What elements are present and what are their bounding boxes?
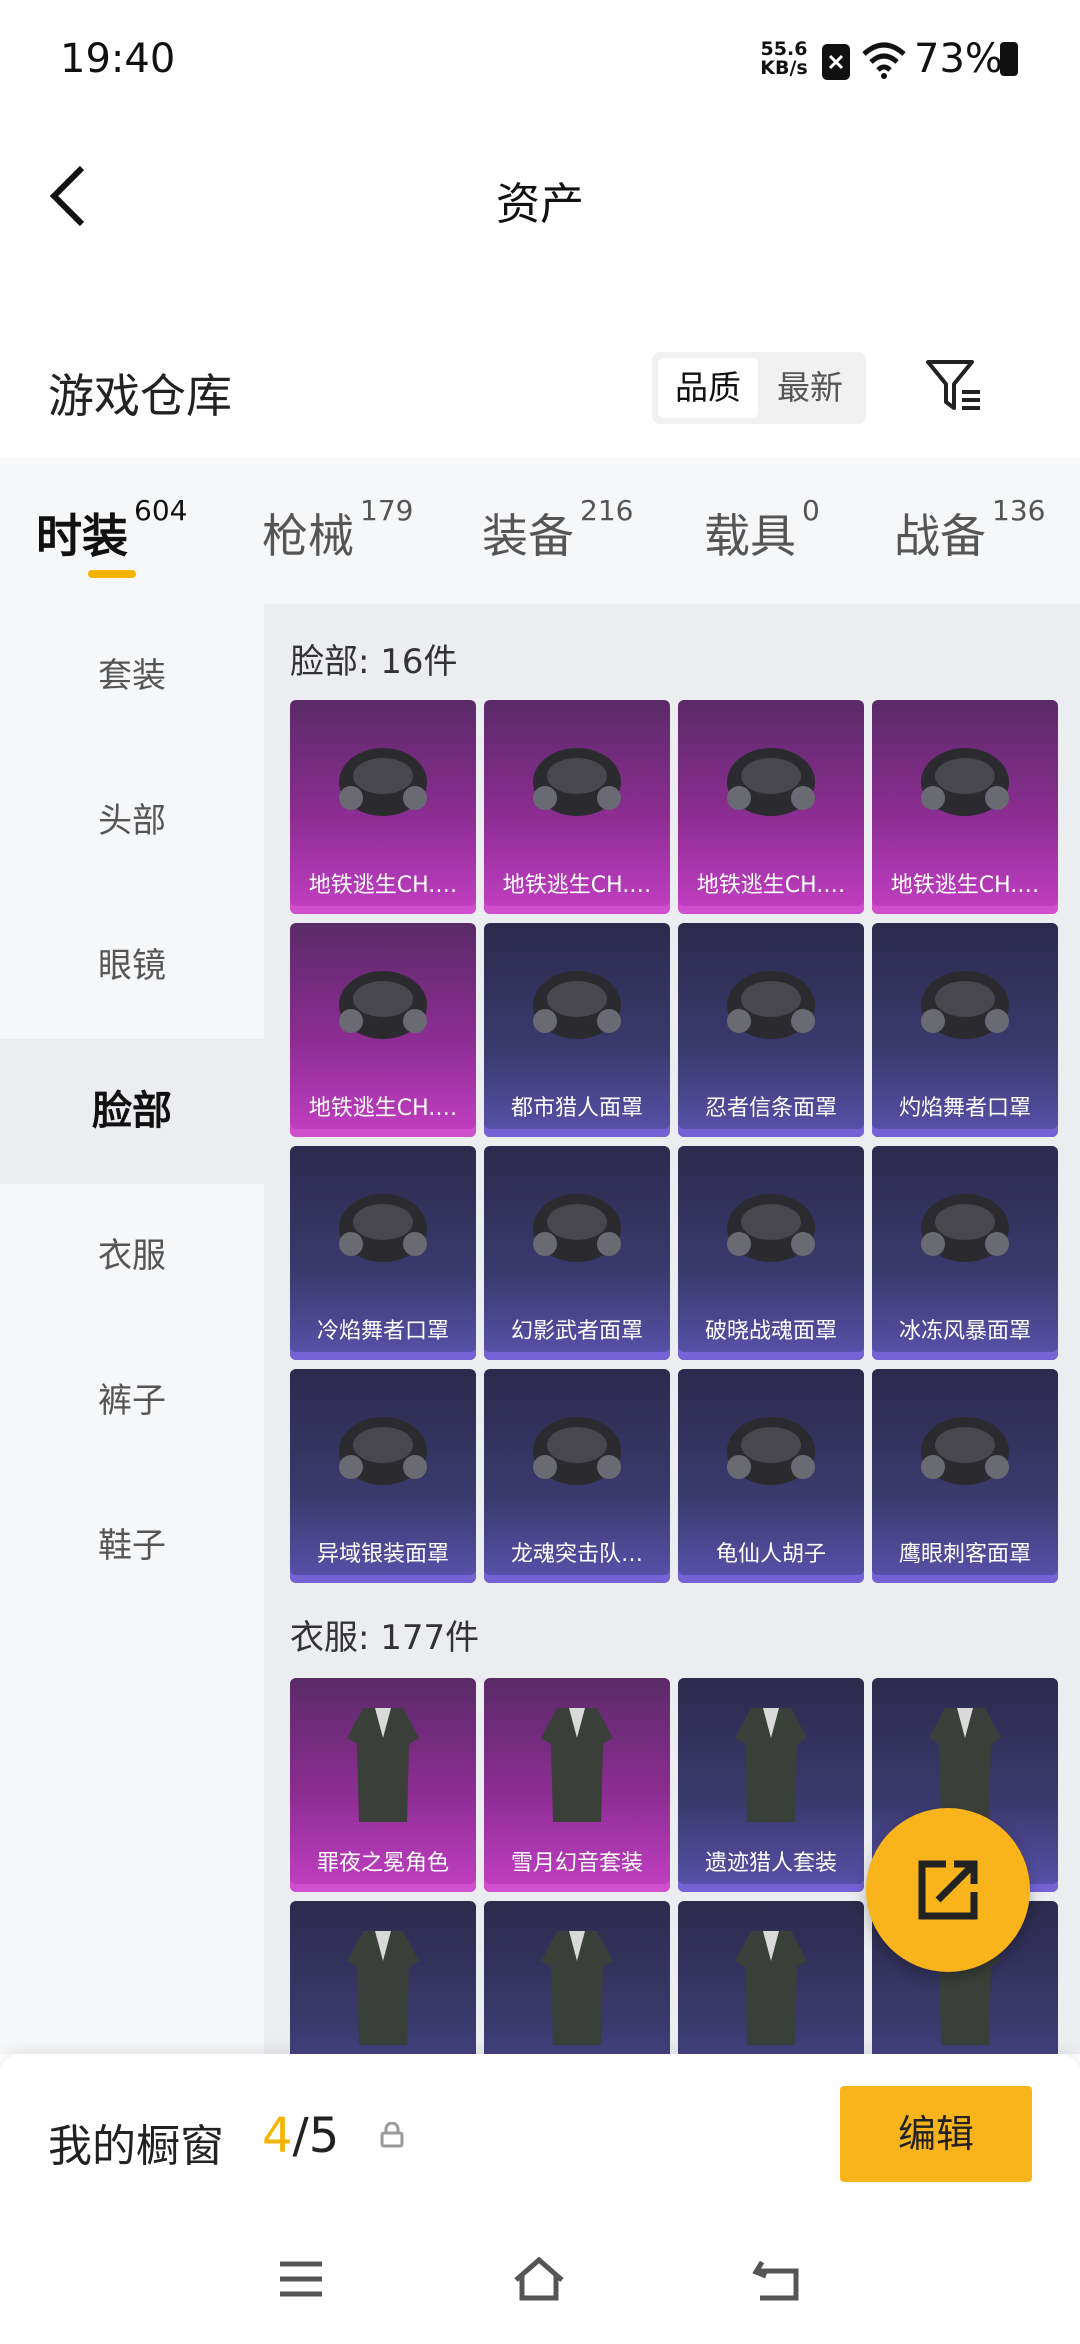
item-name: 冰冻风暴面罩 <box>898 1319 1031 1344</box>
tab-label: 载具 <box>704 509 796 563</box>
showcase-total: /5 <box>292 2108 340 2164</box>
item-name: 灼焰舞者口罩 <box>898 1096 1031 1121</box>
item-name: 地铁逃生CH.… <box>502 873 652 898</box>
item-name: 忍者信条面罩 <box>704 1096 837 1121</box>
category-tabs: 时装 604 枪械 179 装备 216 载具 0 战备 136 <box>0 458 1080 604</box>
status-bar: 19:40 55.6 KB/s 73% <box>0 0 1080 120</box>
item-card[interactable]: 龙魂突击队… <box>484 1369 670 1583</box>
tab-count: 136 <box>992 494 1046 527</box>
sidebar-item-head[interactable]: 头部 <box>0 749 264 894</box>
tab-label: 枪械 <box>262 509 354 563</box>
item-card[interactable]: 冰冻风暴面罩 <box>872 1146 1058 1360</box>
sidebar-item-glasses[interactable]: 眼镜 <box>0 894 264 1039</box>
item-card[interactable]: 都市猎人面罩 <box>484 923 670 1137</box>
item-card[interactable] <box>290 1901 476 2054</box>
item-card[interactable] <box>678 1901 864 2054</box>
sort-newest-button[interactable]: 最新 <box>760 358 860 418</box>
sidebar: 套装 头部 眼镜 脸部 衣服 裤子 鞋子 <box>0 604 264 2054</box>
tab-fashion[interactable]: 时装 604 <box>36 494 187 566</box>
section-title-face: 脸部: 16件 <box>290 642 458 682</box>
filter-icon <box>926 360 980 410</box>
item-card[interactable]: 幻影武者面罩 <box>484 1146 670 1360</box>
section-title-clothes: 衣服: 177件 <box>290 1618 480 1658</box>
sidebar-item-clothes[interactable]: 衣服 <box>0 1184 264 1329</box>
item-card[interactable]: 地铁逃生CH.… <box>290 923 476 1137</box>
item-name: 地铁逃生CH.… <box>308 1096 458 1121</box>
item-card[interactable]: 鹰眼刺客面罩 <box>872 1369 1058 1583</box>
tab-count: 0 <box>802 494 820 527</box>
tab-battle-gear[interactable]: 战备 136 <box>894 494 1045 566</box>
battery-percent: 73% <box>914 36 1003 82</box>
tab-label: 装备 <box>482 509 574 563</box>
share-icon <box>918 1860 978 1920</box>
item-card[interactable]: 龟仙人胡子 <box>678 1369 864 1583</box>
item-card[interactable]: 灼焰舞者口罩 <box>872 923 1058 1137</box>
net-speed-unit: KB/s <box>760 57 808 79</box>
item-name: 破晓战魂面罩 <box>704 1319 837 1344</box>
wifi-icon <box>860 40 908 80</box>
tab-count: 604 <box>134 494 188 527</box>
no-sim-icon <box>822 44 850 80</box>
item-name: 地铁逃生CH.… <box>890 873 1040 898</box>
item-name: 地铁逃生CH.… <box>308 873 458 898</box>
tab-count: 179 <box>360 494 414 527</box>
item-name: 鹰眼刺客面罩 <box>898 1542 1031 1567</box>
item-card[interactable]: 忍者信条面罩 <box>678 923 864 1137</box>
sidebar-item-face[interactable]: 脸部 <box>0 1039 264 1184</box>
battery-icon <box>1000 42 1018 76</box>
item-name: 龙魂突击队… <box>510 1542 643 1567</box>
tab-guns[interactable]: 枪械 179 <box>262 494 413 566</box>
showcase-label: 我的橱窗 <box>48 2121 224 2172</box>
item-name: 都市猎人面罩 <box>510 1096 643 1121</box>
showcase-count: 4/5 <box>262 2108 339 2164</box>
sidebar-item-sets[interactable]: 套装 <box>0 604 264 749</box>
item-name: 龟仙人胡子 <box>715 1542 826 1567</box>
item-name: 异域银装面罩 <box>316 1542 449 1567</box>
item-card[interactable]: 异域银装面罩 <box>290 1369 476 1583</box>
sort-toggle: 品质 最新 <box>652 352 866 424</box>
status-time: 19:40 <box>60 36 176 82</box>
item-name: 冷焰舞者口罩 <box>316 1319 449 1344</box>
item-name: 地铁逃生CH.… <box>696 873 846 898</box>
warehouse-title: 游戏仓库 <box>48 369 232 423</box>
return-icon <box>752 2260 799 2301</box>
page-title: 资产 <box>496 179 584 230</box>
item-card[interactable] <box>484 1901 670 2054</box>
back-arrow-icon <box>49 165 85 227</box>
item-name: 雪月幻音套装 <box>510 1851 643 1876</box>
active-tab-indicator <box>88 570 136 578</box>
home-nav-button[interactable] <box>512 2256 566 2302</box>
tab-label: 战备 <box>894 509 986 563</box>
tab-equipment[interactable]: 装备 216 <box>482 494 633 566</box>
item-name: 罪夜之冕角色 <box>316 1851 449 1876</box>
item-card[interactable]: 地铁逃生CH.… <box>290 700 476 914</box>
net-speed: 55.6 KB/s <box>758 40 810 78</box>
item-card[interactable]: 罪夜之冕角色 <box>290 1678 476 1892</box>
showcase-current: 4 <box>262 2108 293 2164</box>
back-nav-button[interactable] <box>752 2256 806 2302</box>
lock-icon <box>380 2121 404 2148</box>
item-card[interactable]: 遗迹猎人套装 <box>678 1678 864 1892</box>
item-card[interactable]: 冷焰舞者口罩 <box>290 1146 476 1360</box>
item-card[interactable]: 破晓战魂面罩 <box>678 1146 864 1360</box>
share-button[interactable] <box>866 1808 1030 1972</box>
menu-icon <box>280 2261 322 2297</box>
item-name: 遗迹猎人套装 <box>704 1851 837 1876</box>
tab-label: 时装 <box>36 509 128 563</box>
tab-vehicles[interactable]: 载具 0 <box>704 494 820 566</box>
sidebar-item-shoes[interactable]: 鞋子 <box>0 1474 264 1619</box>
sidebar-item-pants[interactable]: 裤子 <box>0 1329 264 1474</box>
back-button[interactable] <box>44 160 94 230</box>
item-card[interactable]: 地铁逃生CH.… <box>678 700 864 914</box>
item-name: 幻影武者面罩 <box>510 1319 643 1344</box>
filter-button[interactable] <box>924 356 984 416</box>
item-card[interactable]: 雪月幻音套装 <box>484 1678 670 1892</box>
item-card[interactable]: 地铁逃生CH.… <box>872 700 1058 914</box>
sort-quality-button[interactable]: 品质 <box>658 358 758 418</box>
menu-nav-button[interactable] <box>274 2256 328 2302</box>
item-card[interactable]: 地铁逃生CH.… <box>484 700 670 914</box>
edit-button[interactable]: 编辑 <box>840 2086 1032 2182</box>
tab-count: 216 <box>580 494 634 527</box>
home-icon <box>514 2256 564 2301</box>
